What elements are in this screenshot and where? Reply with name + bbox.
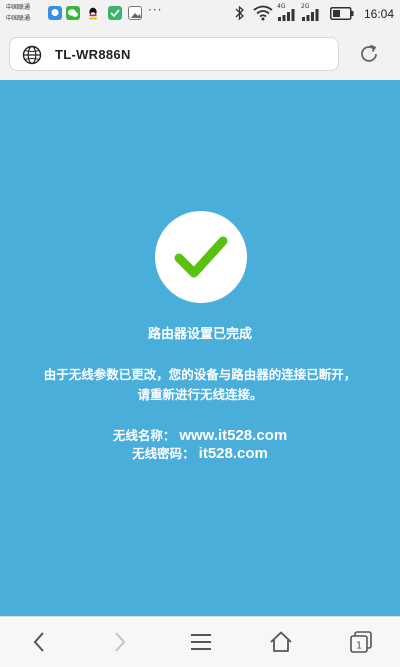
back-button[interactable] (27, 629, 53, 655)
bluetooth-icon (235, 5, 244, 21)
message-notification-icon (108, 6, 122, 20)
carrier-label-2: 中国联通 (6, 15, 31, 22)
gallery-notification-icon (128, 6, 142, 20)
reload-icon[interactable] (358, 43, 380, 65)
success-badge (155, 211, 247, 303)
qq-notification-icon (86, 6, 100, 20)
tabs-button[interactable]: 1 (348, 629, 374, 655)
menu-button[interactable] (188, 629, 214, 655)
ssid-value: www.it528.com (179, 427, 288, 444)
disconnect-message: 由于无线参数已更改，您的设备与路由器的连接已断开，请重新进行无线连接。 (43, 367, 357, 402)
app-notification-icon (48, 6, 62, 20)
ssid-line: 无线名称： www.it528.com (0, 425, 400, 444)
address-bar[interactable]: TL-WR886N (9, 37, 339, 71)
menu-icon (191, 634, 211, 650)
ssid-label: 无线名称： (112, 428, 176, 443)
success-title: 路由器设置已完成 (147, 327, 252, 342)
signal-strength-icon (278, 9, 295, 21)
browser-bottom-nav: 1 (0, 616, 400, 667)
password-value: it528.com (198, 445, 268, 462)
battery-icon (330, 7, 354, 20)
globe-icon (22, 45, 42, 65)
carrier-label-1: 中国联通 (6, 4, 31, 11)
clock: 16:04 (363, 7, 394, 21)
forward-icon (115, 632, 126, 652)
back-icon (33, 632, 44, 652)
signal-strength-icon (302, 9, 319, 21)
home-icon (270, 631, 292, 652)
home-button[interactable] (268, 629, 294, 655)
page-content: 路由器设置已完成 由于无线参数已更改，您的设备与路由器的连接已断开，请重新进行无… (0, 80, 400, 616)
tabs-icon: 1 (350, 631, 372, 653)
browser-toolbar: TL-WR886N (0, 28, 400, 80)
url-text: TL-WR886N (55, 47, 131, 62)
check-icon (174, 236, 228, 278)
password-line: 无线密码： it528.com (0, 443, 400, 462)
status-bar: 中国联通 中国联通 ··· 4G 2G 16:04 (0, 0, 400, 28)
svg-text:1: 1 (356, 641, 362, 652)
wechat-notification-icon (66, 6, 80, 20)
password-label: 无线密码： (132, 446, 195, 461)
forward-button[interactable] (106, 629, 132, 655)
wifi-icon (253, 5, 273, 21)
more-notifications-indicator: ··· (148, 3, 163, 17)
